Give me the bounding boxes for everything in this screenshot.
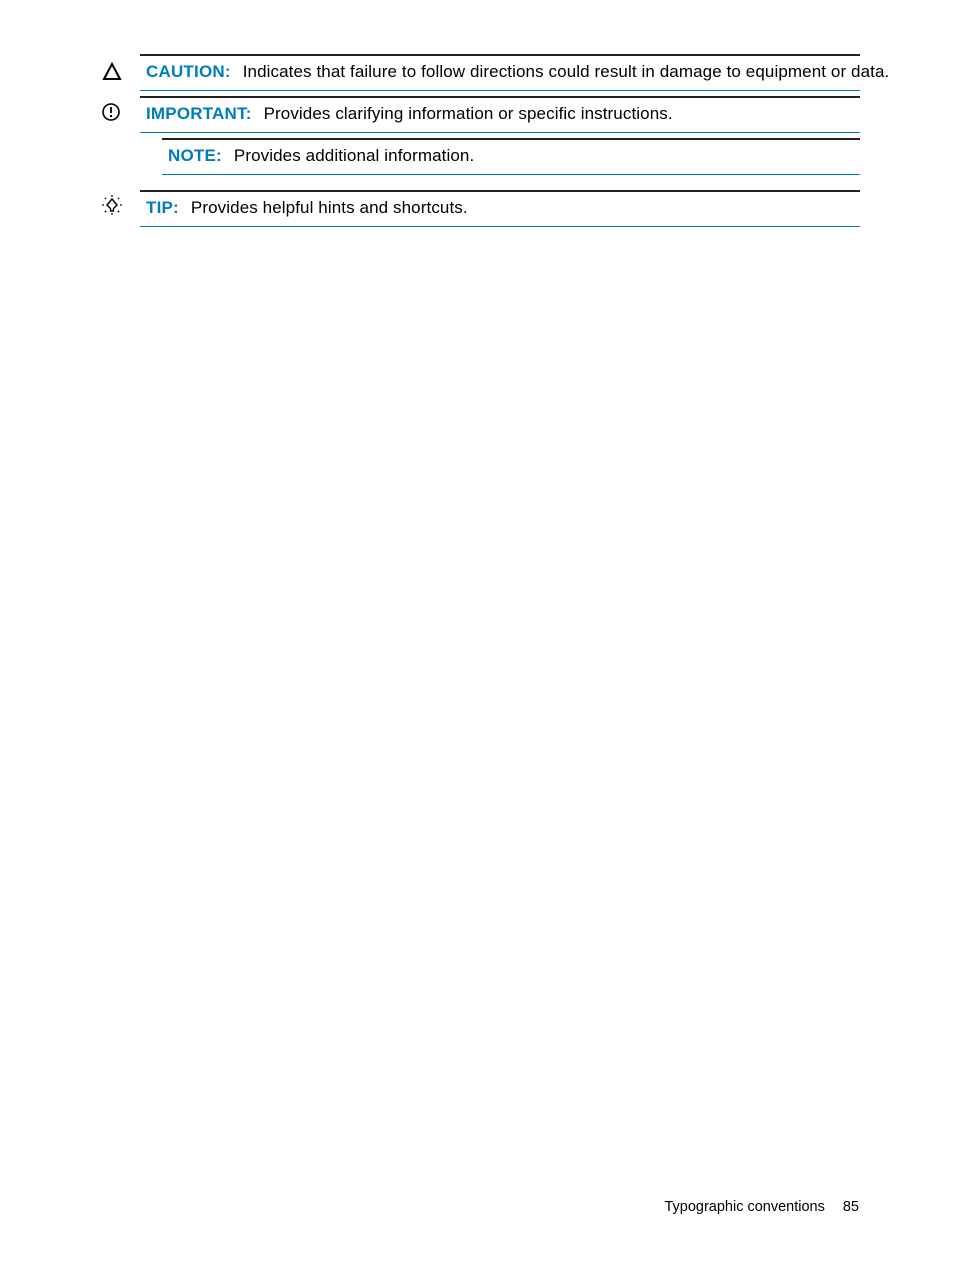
- page-number: 85: [843, 1199, 859, 1215]
- page-footer: Typographic conventions 85: [664, 1199, 859, 1215]
- divider-bottom: [140, 226, 860, 227]
- divider-bottom: [140, 132, 860, 133]
- note-text: NOTE: Provides additional information.: [168, 146, 860, 166]
- caution-text: CAUTION:Indicates that failure to follow…: [146, 62, 860, 82]
- divider-bottom: [140, 90, 860, 91]
- important-desc: Provides clarifying information or speci…: [264, 104, 673, 123]
- document-page: CAUTION: Indicates that failure to follow…: [0, 0, 954, 1271]
- note-desc: Provides additional information.: [234, 146, 474, 165]
- tip-text: TIP: Provides helpful hints and shortcuts…: [146, 198, 860, 218]
- divider-top: [140, 96, 860, 98]
- tip-label: TIP:: [146, 198, 179, 217]
- divider-top: [140, 190, 860, 192]
- caution-desc: Indicates that failure to follow directi…: [243, 62, 890, 81]
- content-block: CAUTION:Indicates that failure to follow…: [104, 54, 860, 190]
- divider-bottom: [162, 174, 860, 175]
- divider-top: [140, 54, 860, 56]
- important-label: IMPORTANT:: [146, 104, 252, 123]
- divider-top: [162, 138, 860, 140]
- note-label: NOTE:: [168, 146, 222, 165]
- caution-label: CAUTION:: [146, 62, 231, 81]
- caution-icon: [102, 62, 122, 87]
- footer-section: Typographic conventions: [664, 1199, 824, 1215]
- tip-desc: Provides helpful hints and shortcuts.: [191, 198, 468, 217]
- tip-icon: [100, 193, 124, 222]
- important-icon: [101, 102, 121, 127]
- important-text: IMPORTANT: Provides clarifying informatio…: [146, 104, 860, 124]
